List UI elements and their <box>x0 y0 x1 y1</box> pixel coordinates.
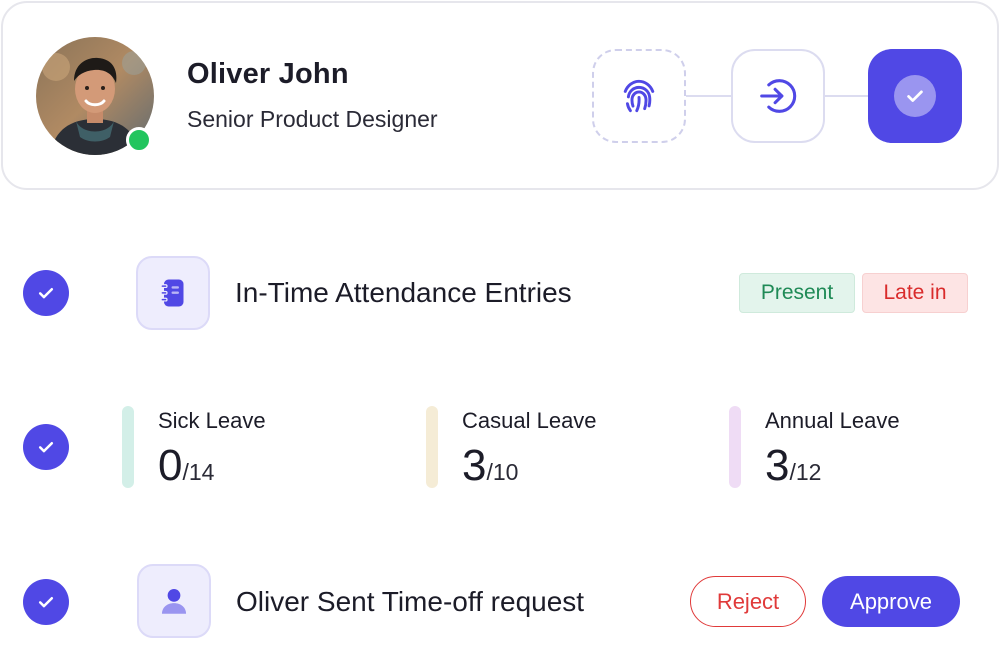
check-icon <box>38 442 54 453</box>
user-icon-tile <box>137 564 211 638</box>
check-icon <box>38 597 54 608</box>
attendance-check-icon <box>23 270 69 316</box>
attendance-title: In-Time Attendance Entries <box>235 277 572 308</box>
casual-leave-total: /10 <box>486 459 519 485</box>
user-icon <box>161 588 187 614</box>
annual-leave-total: /12 <box>789 459 822 485</box>
step-connector <box>686 95 731 97</box>
annual-leave-used: 3 <box>765 441 790 490</box>
reject-button[interactable]: Reject <box>690 576 806 627</box>
late-in-badge: Late in <box>862 273 968 313</box>
approve-button[interactable]: Approve <box>822 576 960 627</box>
profile-role: Senior Product Designer <box>187 106 438 132</box>
sick-leave-value: 0/14 <box>158 444 214 488</box>
leaves-check-icon <box>23 424 69 470</box>
present-badge: Present <box>739 273 855 313</box>
fingerprint-step-button[interactable] <box>592 49 686 143</box>
casual-leave-used: 3 <box>462 441 487 490</box>
step-connector <box>825 95 868 97</box>
check-icon <box>907 90 923 102</box>
annual-leave-bar <box>729 406 741 488</box>
request-title: Oliver Sent Time-off request <box>236 586 585 617</box>
casual-leave-value: 3/10 <box>462 444 518 488</box>
complete-step-button[interactable] <box>868 49 962 143</box>
annual-leave-value: 3/12 <box>765 444 821 488</box>
notebook-icon <box>160 279 184 307</box>
casual-leave-label: Casual Leave <box>462 408 597 433</box>
request-check-icon <box>23 579 69 625</box>
sign-in-step-button[interactable] <box>731 49 825 143</box>
avatar[interactable] <box>36 37 154 155</box>
online-status-dot <box>126 127 152 153</box>
profile-name: Oliver John <box>187 58 349 90</box>
casual-leave-bar <box>426 406 438 488</box>
annual-leave-label: Annual Leave <box>765 408 900 433</box>
check-icon <box>38 288 54 299</box>
sick-leave-used: 0 <box>158 441 183 490</box>
notebook-icon-tile <box>136 256 210 330</box>
fingerprint-icon <box>623 79 655 113</box>
sick-leave-bar <box>122 406 134 488</box>
sick-leave-total: /14 <box>182 459 215 485</box>
sick-leave-label: Sick Leave <box>158 408 266 433</box>
sign-in-icon <box>760 79 797 113</box>
check-circle <box>894 75 936 117</box>
